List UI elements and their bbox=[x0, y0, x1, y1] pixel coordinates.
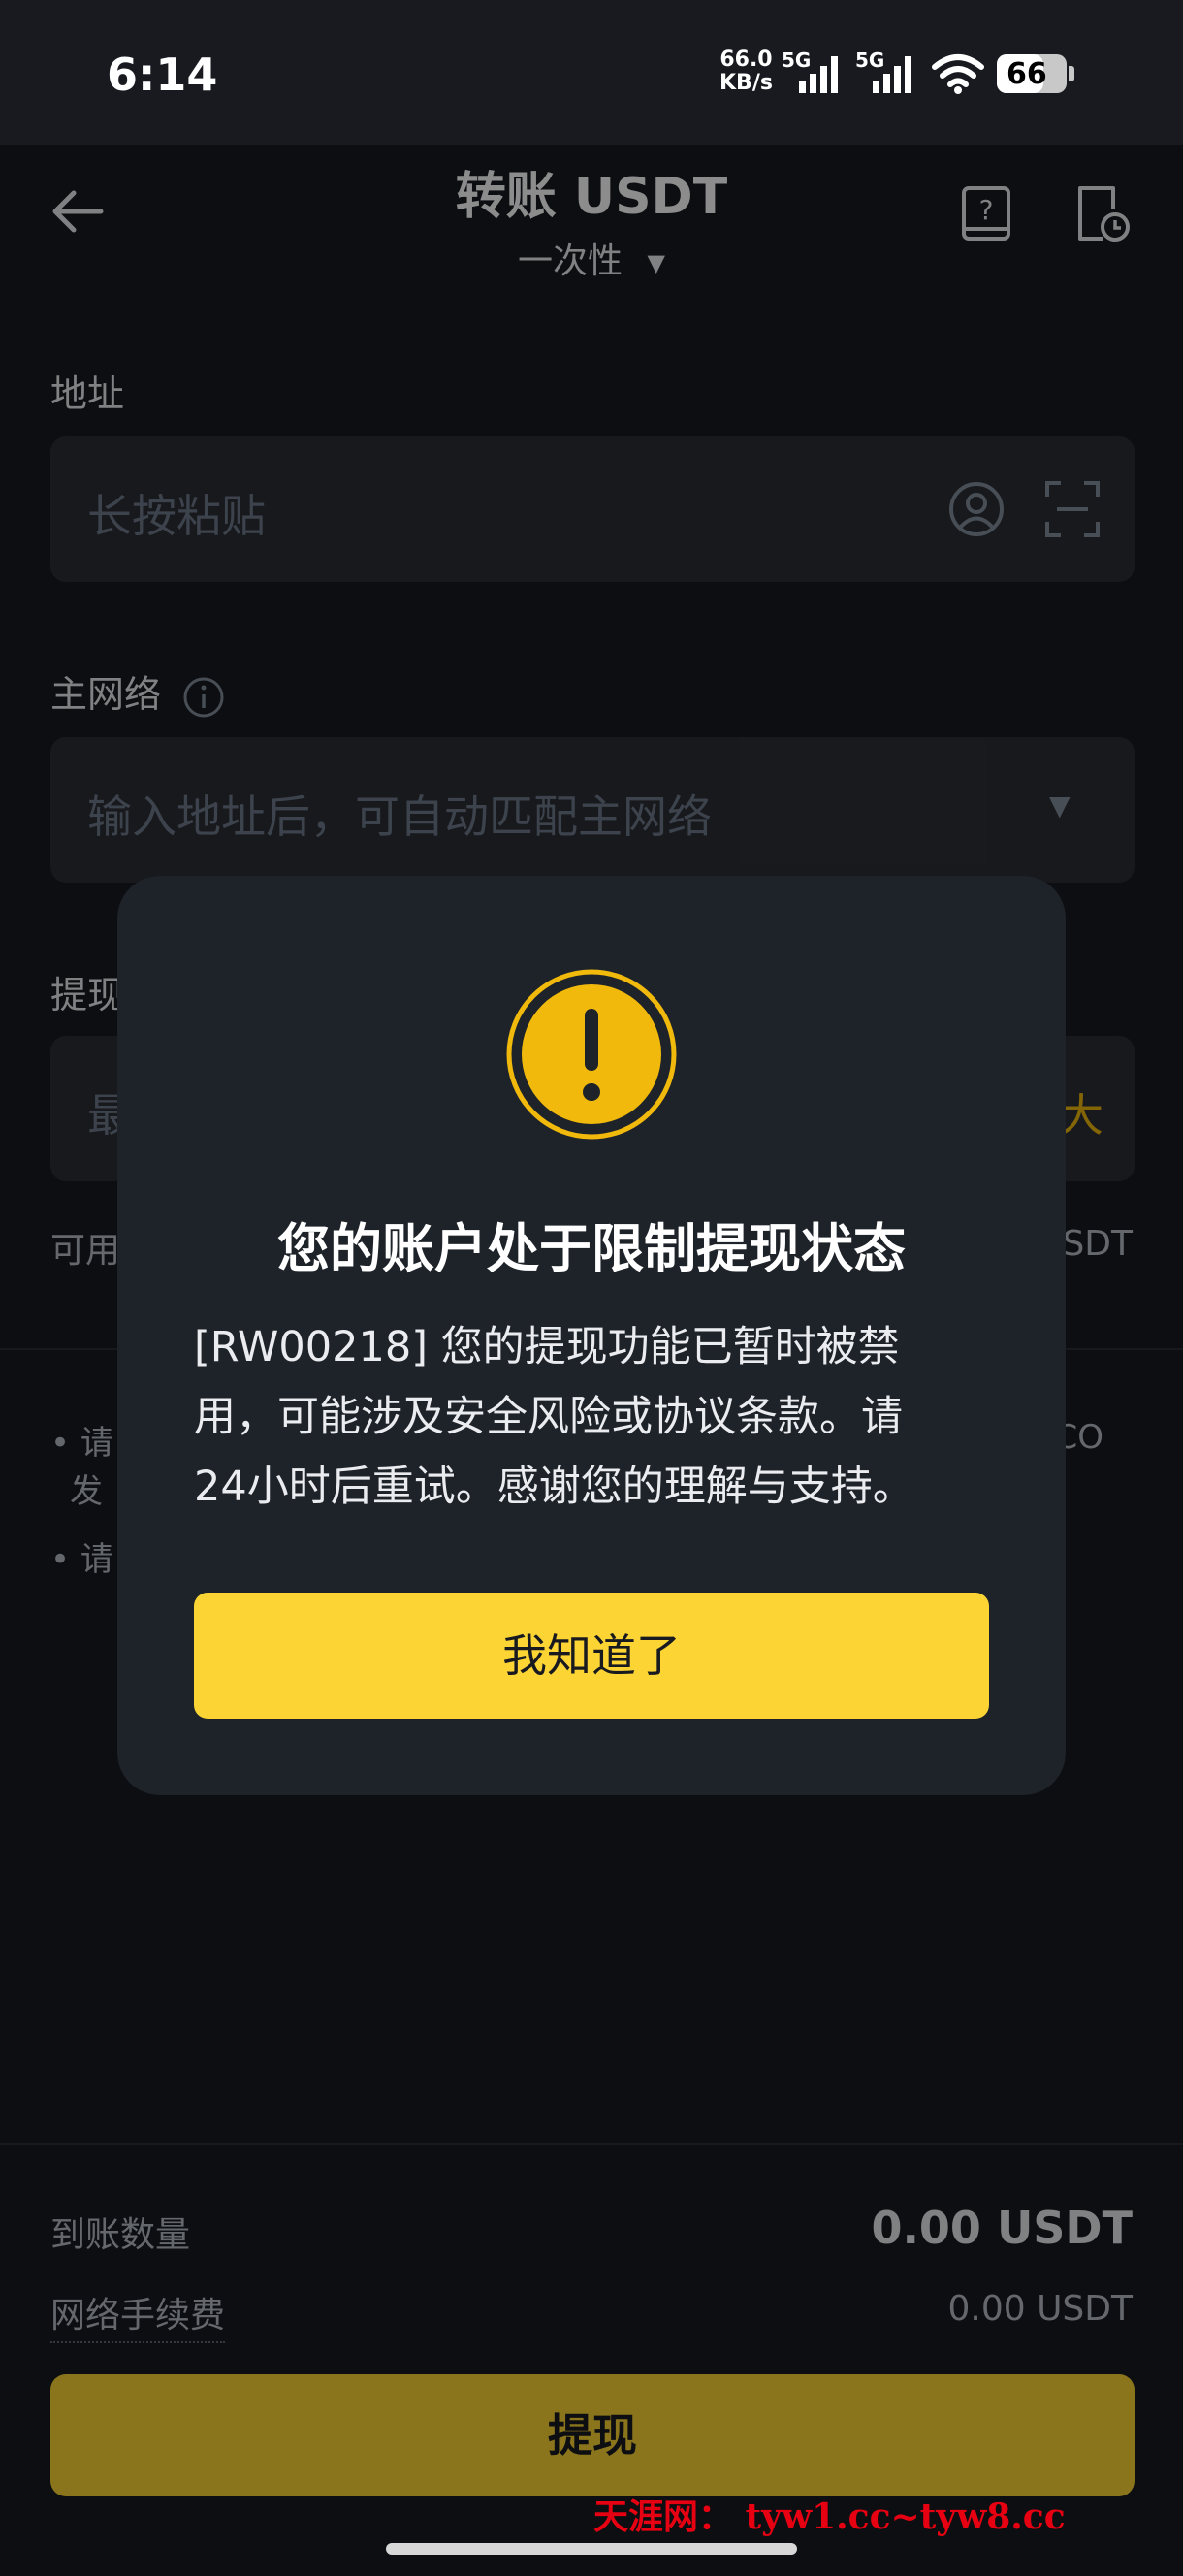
signal-bars-1-icon bbox=[799, 56, 838, 93]
signal-bars-2-icon bbox=[873, 56, 911, 93]
dialog-title: 您的账户处于限制提现状态 bbox=[277, 1218, 906, 1279]
restriction-dialog: 您的账户处于限制提现状态 [RW00218] 您的提现功能已暂时被禁 用，可能涉… bbox=[117, 876, 1066, 1795]
dialog-message: [RW00218] 您的提现功能已暂时被禁 用，可能涉及安全风险或协议条款。请 … bbox=[194, 1312, 989, 1522]
warning-icon bbox=[506, 969, 677, 1140]
status-bar: 6:14 66.0 KB/s 5G 5G 66 bbox=[0, 0, 1183, 145]
acknowledge-button[interactable]: 我知道了 bbox=[194, 1593, 989, 1719]
speed-value: 66.0 bbox=[719, 48, 773, 72]
dialog-message-line-3: 24小时后重试。感谢您的理解与支持。 bbox=[194, 1463, 914, 1511]
battery-icon: 66 bbox=[997, 54, 1067, 93]
watermark-text: 天涯网： tyw1.cc~tyw8.cc bbox=[593, 2496, 1066, 2537]
battery-level: 66 bbox=[1007, 57, 1047, 91]
home-indicator[interactable] bbox=[386, 2543, 797, 2555]
dialog-message-line-1: [RW00218] 您的提现功能已暂时被禁 bbox=[194, 1323, 900, 1371]
network-speed: 66.0 KB/s bbox=[719, 48, 773, 95]
battery-tip bbox=[1069, 66, 1074, 81]
speed-unit: KB/s bbox=[719, 71, 773, 95]
wifi-icon bbox=[932, 54, 984, 94]
dialog-message-line-2: 用，可能涉及安全风险或协议条款。请 bbox=[194, 1393, 903, 1441]
status-time: 6:14 bbox=[107, 48, 218, 101]
